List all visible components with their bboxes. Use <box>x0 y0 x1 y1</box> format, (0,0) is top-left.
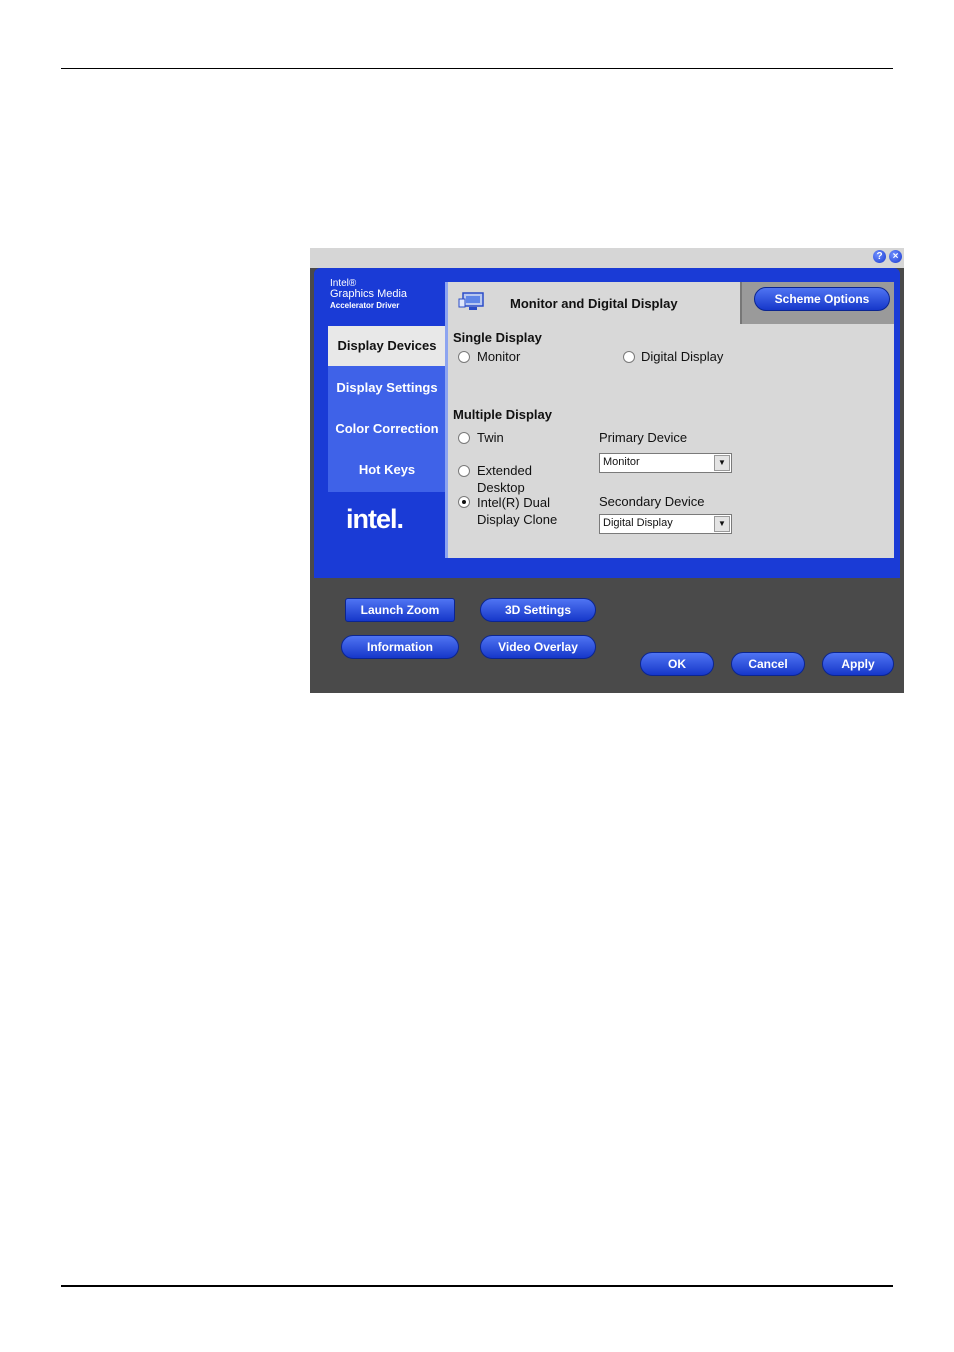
3d-settings-button[interactable]: 3D Settings <box>480 598 596 622</box>
page-top-rule <box>61 68 893 69</box>
sidebar-item-color-correction[interactable]: Color Correction <box>328 409 446 449</box>
help-button[interactable]: ? <box>873 250 886 263</box>
extended-desktop-radio[interactable] <box>458 465 470 477</box>
content-panel: Monitor and Digital Display Scheme Optio… <box>445 282 894 558</box>
brand-text: Intel® Graphics Media Accelerator Driver <box>330 278 407 311</box>
graphics-driver-window: ? × Intel® Graphics Media Accelerator Dr… <box>310 248 904 693</box>
scheme-tab: Scheme Options <box>740 282 894 324</box>
twin-radio[interactable] <box>458 432 470 444</box>
digital-display-label: Digital Display <box>641 349 724 364</box>
bottom-button-bar: Launch Zoom 3D Settings Information Vide… <box>310 578 904 693</box>
primary-device-label: Primary Device <box>599 430 688 445</box>
intel-logo: intel. <box>346 504 404 534</box>
monitor-icon <box>458 292 484 310</box>
secondary-device-value: Digital Display <box>603 517 673 529</box>
digital-display-radio[interactable] <box>623 351 635 363</box>
apply-button[interactable]: Apply <box>822 652 894 676</box>
launch-zoom-button[interactable]: Launch Zoom <box>345 598 455 622</box>
multiple-display-heading: Multiple Display <box>453 407 552 422</box>
information-button[interactable]: Information <box>341 635 459 659</box>
page-bottom-rule <box>61 1285 893 1287</box>
cancel-button[interactable]: Cancel <box>731 652 805 676</box>
title-bar: ? × <box>310 248 904 268</box>
brand-line3: Accelerator Driver <box>330 301 400 310</box>
primary-device-select[interactable]: Monitor ▼ <box>599 453 732 473</box>
single-display-heading: Single Display <box>453 330 542 345</box>
video-overlay-button[interactable]: Video Overlay <box>480 635 596 659</box>
dual-display-clone-radio[interactable] <box>458 496 470 508</box>
dual-clone-line2: Display Clone <box>477 512 558 527</box>
extended-desktop-line1: Extended <box>477 463 532 478</box>
extended-desktop-label: Extended Desktop <box>477 462 532 496</box>
close-button[interactable]: × <box>889 250 902 263</box>
sidebar-item-hot-keys[interactable]: Hot Keys <box>328 450 446 490</box>
chevron-down-icon[interactable]: ▼ <box>714 455 730 471</box>
chevron-down-icon[interactable]: ▼ <box>714 516 730 532</box>
dual-display-clone-label: Intel(R) Dual Display Clone <box>477 494 557 528</box>
main-frame: Intel® Graphics Media Accelerator Driver… <box>314 268 900 578</box>
dual-clone-line1: Intel(R) Dual <box>477 495 550 510</box>
secondary-device-select[interactable]: Digital Display ▼ <box>599 514 732 534</box>
scheme-options-button[interactable]: Scheme Options <box>754 287 890 311</box>
monitor-radio[interactable] <box>458 351 470 363</box>
secondary-device-label: Secondary Device <box>599 494 705 509</box>
ok-button[interactable]: OK <box>640 652 714 676</box>
sidebar-item-display-devices[interactable]: Display Devices <box>328 326 446 366</box>
brand-line2: Graphics Media <box>330 288 408 300</box>
monitor-label: Monitor <box>477 349 521 364</box>
twin-label: Twin <box>477 430 504 445</box>
primary-device-value: Monitor <box>603 456 640 468</box>
sidebar-item-display-settings[interactable]: Display Settings <box>328 368 446 408</box>
content-header: Monitor and Digital Display Scheme Optio… <box>448 282 894 324</box>
sidebar-nav: Display Devices Display Settings Color C… <box>328 326 446 492</box>
panel-title: Monitor and Digital Display <box>510 296 678 311</box>
